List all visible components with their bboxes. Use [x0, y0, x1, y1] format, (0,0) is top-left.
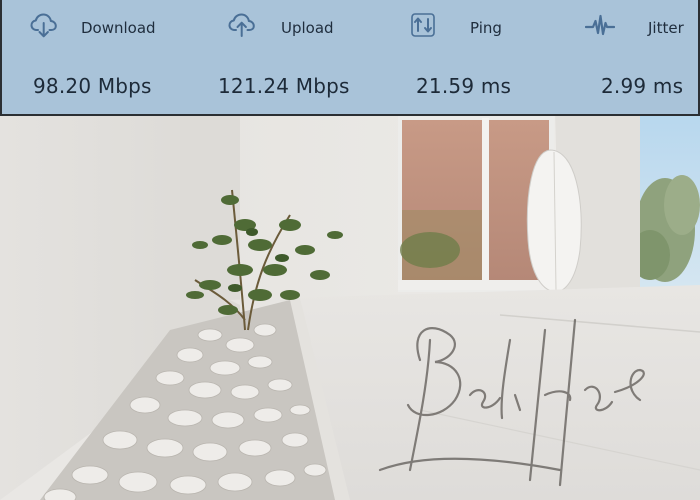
ping-stat: Ping 21.59 ms: [352, 0, 527, 114]
ping-value: 21.59 ms: [416, 74, 512, 98]
ping-arrows-icon: [411, 13, 435, 37]
upload-label: Upload: [281, 19, 334, 37]
ping-label: Ping: [470, 19, 502, 37]
download-label: Download: [81, 19, 156, 37]
speedtest-results-bar: Download 98.20 Mbps Upload 121.24 Mbps P…: [0, 0, 700, 116]
upload-value: 121.24 Mbps: [218, 74, 350, 98]
speedtest-screen: Download 98.20 Mbps Upload 121.24 Mbps P…: [0, 0, 700, 500]
surfboard: [526, 149, 582, 293]
upload-stat: Upload 121.24 Mbps: [177, 0, 352, 114]
pulse-wave-icon: [585, 14, 615, 36]
download-stat: Download 98.20 Mbps: [2, 0, 177, 114]
download-value: 98.20 Mbps: [33, 74, 152, 98]
jitter-stat: Jitter 2.99 ms: [527, 0, 698, 114]
jitter-value: 2.99 ms: [601, 74, 684, 98]
jitter-label: Jitter: [648, 19, 684, 37]
cloud-download-icon: [30, 13, 57, 38]
cloud-upload-icon: [228, 13, 255, 37]
